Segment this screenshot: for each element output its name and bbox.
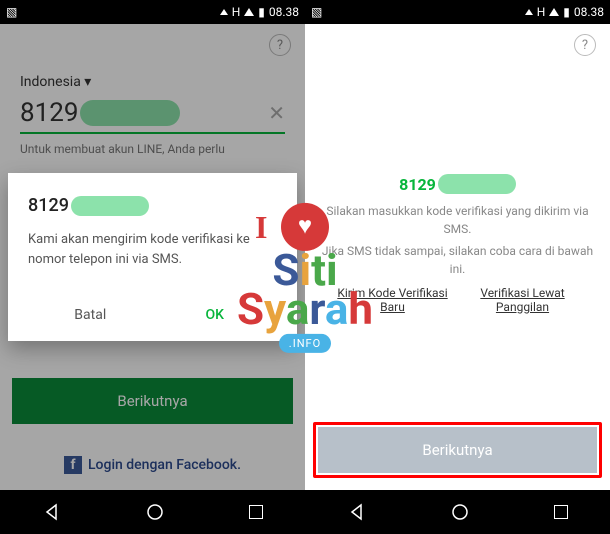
- back-icon[interactable]: [42, 502, 62, 522]
- content-area: ? Indonesia ▾ 8129 ✕ Untuk membuat akun …: [0, 24, 305, 490]
- battery-icon: ▮: [563, 5, 570, 19]
- verify-by-call-link[interactable]: Verifikasi Lewat Panggilan: [463, 286, 583, 314]
- screen-right: ▧ H ▮ 08.38 ? 8129 Silakan masukkan kode…: [305, 0, 610, 534]
- verify-message-2: Jika SMS tidak sampai, silakan coba cara…: [321, 242, 594, 278]
- verify-message-1: Silakan masukkan kode verifikasi yang di…: [321, 202, 594, 238]
- highlight-box: Berikutnya: [313, 422, 602, 478]
- network-icon: H: [232, 5, 241, 19]
- verify-phone: 8129: [321, 174, 594, 194]
- signal-icon: [525, 9, 533, 15]
- ok-button[interactable]: OK: [153, 297, 278, 333]
- signal-icon: [549, 8, 559, 16]
- dialog-message: Kami akan mengirim kode verifikasi ke no…: [28, 230, 277, 269]
- status-bar: ▧ H ▮ 08.38: [0, 0, 305, 24]
- modal-overlay: 8129 Kami akan mengirim kode verifikasi …: [0, 24, 305, 490]
- clock: 08.38: [574, 5, 604, 19]
- dialog-phone: 8129: [28, 195, 277, 216]
- phone-redacted: [438, 174, 516, 194]
- network-icon: H: [537, 5, 546, 19]
- next-button[interactable]: Berikutnya: [318, 427, 597, 473]
- battery-icon: ▮: [258, 5, 265, 19]
- screen-left: ▧ H ▮ 08.38 ? Indonesia ▾ 8129 ✕ Untuk m…: [0, 0, 305, 534]
- home-icon[interactable]: [450, 502, 470, 522]
- signal-icon: [220, 9, 228, 15]
- confirm-dialog: 8129 Kami akan mengirim kode verifikasi …: [8, 173, 297, 341]
- content-area: ? 8129 Silakan masukkan kode verifikasi …: [305, 24, 610, 490]
- back-icon[interactable]: [347, 502, 367, 522]
- home-icon[interactable]: [145, 502, 165, 522]
- clock: 08.38: [269, 5, 299, 19]
- recent-icon[interactable]: [249, 505, 263, 519]
- picture-icon: ▧: [6, 5, 17, 19]
- status-bar: ▧ H ▮ 08.38: [305, 0, 610, 24]
- resend-code-link[interactable]: Kirim Kode Verifikasi Baru: [333, 286, 453, 314]
- help-icon[interactable]: ?: [574, 34, 596, 56]
- nav-bar: [0, 490, 305, 534]
- phone-redacted: [71, 196, 149, 216]
- cancel-button[interactable]: Batal: [28, 297, 153, 333]
- nav-bar: [305, 490, 610, 534]
- picture-icon: ▧: [311, 5, 322, 19]
- recent-icon[interactable]: [554, 505, 568, 519]
- signal-icon: [244, 8, 254, 16]
